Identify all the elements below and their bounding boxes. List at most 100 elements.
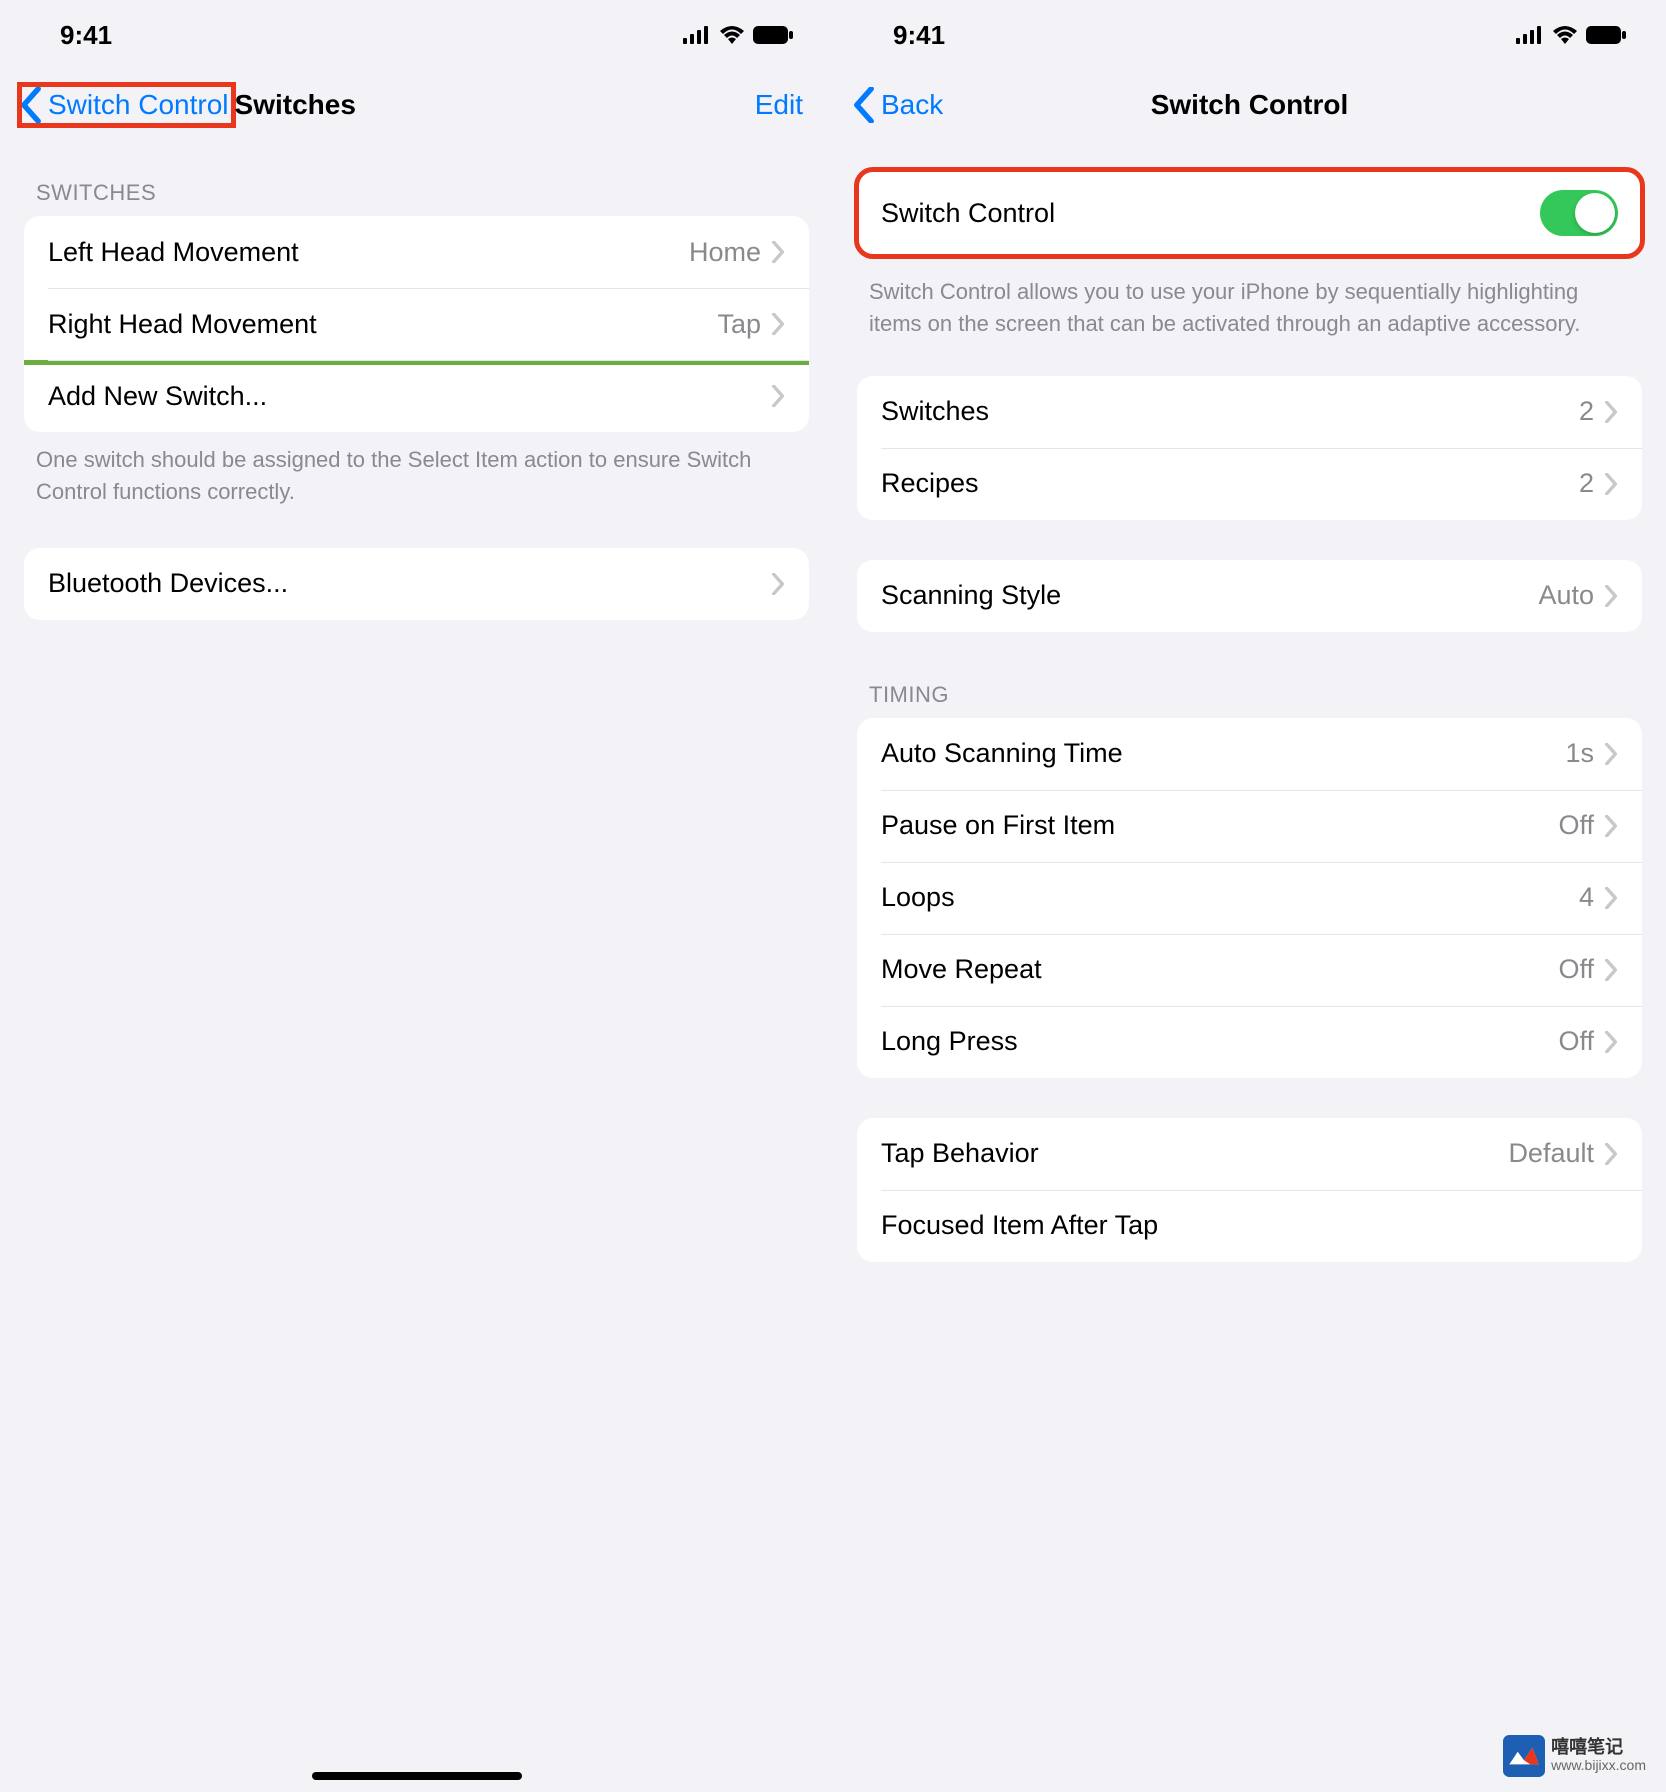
long-press-row[interactable]: Long Press Off <box>857 1006 1642 1078</box>
row-value: Tap <box>717 309 761 340</box>
page-title: Switches <box>235 89 356 121</box>
chevron-right-icon <box>1604 887 1618 909</box>
watermark-title: 嘻嘻笔记 <box>1551 1738 1646 1758</box>
recipes-row[interactable]: Recipes 2 <box>857 448 1642 520</box>
chevron-right-icon <box>771 241 785 263</box>
row-value: Off <box>1558 1026 1594 1057</box>
chevron-right-icon <box>1604 815 1618 837</box>
row-value: Off <box>1558 810 1594 841</box>
page-title: Switch Control <box>1151 89 1349 121</box>
auto-scanning-time-row[interactable]: Auto Scanning Time 1s <box>857 718 1642 790</box>
status-bar: 9:41 <box>833 0 1666 70</box>
bluetooth-group: Bluetooth Devices... <box>24 548 809 620</box>
chevron-right-icon <box>1604 1031 1618 1053</box>
switch-control-toggle-row: Switch Control <box>857 170 1642 256</box>
status-bar: 9:41 <box>0 0 833 70</box>
row-label: Switch Control <box>881 198 1540 229</box>
phone-right-switch-control: 9:41 Back Switch Control Switch Control … <box>833 0 1666 1792</box>
row-value: 1s <box>1565 738 1594 769</box>
nav-bar: Back Switch Control <box>833 70 1666 140</box>
watermark-url: www.bijixx.com <box>1551 1758 1646 1773</box>
content-left: SWITCHES Left Head Movement Home Right H… <box>0 140 833 1792</box>
switch-control-toggle[interactable] <box>1540 190 1618 236</box>
row-value: Home <box>689 237 761 268</box>
section-header-switches: SWITCHES <box>0 170 833 216</box>
row-value: 2 <box>1579 468 1594 499</box>
switches-group: Left Head Movement Home Right Head Movem… <box>24 216 809 432</box>
row-value: Default <box>1508 1138 1594 1169</box>
scanning-style-row[interactable]: Scanning Style Auto <box>857 560 1642 632</box>
row-label: Add New Switch... <box>48 381 771 412</box>
chevron-right-icon <box>1604 473 1618 495</box>
row-label: Pause on First Item <box>881 810 1558 841</box>
chevron-right-icon <box>1604 585 1618 607</box>
watermark: 嘻嘻笔记 www.bijixx.com <box>1503 1735 1646 1777</box>
switches-recipes-group: Switches 2 Recipes 2 <box>857 376 1642 520</box>
watermark-logo-icon <box>1503 1735 1545 1777</box>
row-value: 4 <box>1579 882 1594 913</box>
row-label: Long Press <box>881 1026 1558 1057</box>
back-label: Switch Control <box>48 89 229 121</box>
chevron-right-icon <box>1604 959 1618 981</box>
cellular-icon <box>1516 26 1544 44</box>
chevron-right-icon <box>1604 1143 1618 1165</box>
wifi-icon <box>1552 26 1578 44</box>
pause-first-item-row[interactable]: Pause on First Item Off <box>857 790 1642 862</box>
switch-control-toggle-group: Switch Control <box>857 170 1642 256</box>
nav-bar: Switch Control Switches Edit <box>0 70 833 140</box>
back-button[interactable]: Switch Control <box>20 87 229 123</box>
cellular-icon <box>683 26 711 44</box>
loops-row[interactable]: Loops 4 <box>857 862 1642 934</box>
row-value: Auto <box>1538 580 1594 611</box>
status-time: 9:41 <box>60 20 112 51</box>
chevron-right-icon <box>771 385 785 407</box>
back-label: Back <box>881 89 943 121</box>
row-label: Auto Scanning Time <box>881 738 1565 769</box>
bluetooth-devices-row[interactable]: Bluetooth Devices... <box>24 548 809 620</box>
status-icons <box>683 26 793 44</box>
timing-group: Auto Scanning Time 1s Pause on First Ite… <box>857 718 1642 1078</box>
row-label: Left Head Movement <box>48 237 689 268</box>
phone-left-switches: 9:41 Switch Control Switches Edit SWITCH… <box>0 0 833 1792</box>
row-label: Scanning Style <box>881 580 1538 611</box>
row-label: Switches <box>881 396 1579 427</box>
row-label: Recipes <box>881 468 1579 499</box>
row-label: Move Repeat <box>881 954 1558 985</box>
status-icons <box>1516 26 1626 44</box>
row-label: Tap Behavior <box>881 1138 1508 1169</box>
switch-row-left-head[interactable]: Left Head Movement Home <box>24 216 809 288</box>
home-indicator[interactable] <box>312 1772 522 1780</box>
status-time: 9:41 <box>893 20 945 51</box>
watermark-text: 嘻嘻笔记 www.bijixx.com <box>1551 1738 1646 1773</box>
content-right: Switch Control Switch Control allows you… <box>833 140 1666 1792</box>
chevron-left-icon <box>853 87 875 123</box>
focused-item-after-tap-row[interactable]: Focused Item After Tap <box>857 1190 1642 1262</box>
chevron-left-icon <box>20 87 42 123</box>
toggle-footer-text: Switch Control allows you to use your iP… <box>833 276 1666 340</box>
switch-row-right-head[interactable]: Right Head Movement Tap <box>24 288 809 360</box>
row-label: Bluetooth Devices... <box>48 568 771 599</box>
add-new-switch-row[interactable]: Add New Switch... <box>24 360 809 432</box>
battery-icon <box>1586 26 1626 44</box>
chevron-right-icon <box>1604 743 1618 765</box>
chevron-right-icon <box>1604 401 1618 423</box>
row-label: Loops <box>881 882 1579 913</box>
edit-button[interactable]: Edit <box>755 89 813 121</box>
move-repeat-row[interactable]: Move Repeat Off <box>857 934 1642 1006</box>
tap-behavior-row[interactable]: Tap Behavior Default <box>857 1118 1642 1190</box>
back-button[interactable]: Back <box>853 87 943 123</box>
wifi-icon <box>719 26 745 44</box>
section-header-timing: TIMING <box>833 672 1666 718</box>
scanning-style-group: Scanning Style Auto <box>857 560 1642 632</box>
battery-icon <box>753 26 793 44</box>
tap-behavior-group: Tap Behavior Default Focused Item After … <box>857 1118 1642 1262</box>
switches-row[interactable]: Switches 2 <box>857 376 1642 448</box>
row-value: Off <box>1558 954 1594 985</box>
row-label: Focused Item After Tap <box>881 1210 1618 1241</box>
row-value: 2 <box>1579 396 1594 427</box>
nav-back-highlighted: Switch Control <box>20 85 233 125</box>
chevron-right-icon <box>771 313 785 335</box>
switches-footer-text: One switch should be assigned to the Sel… <box>0 444 833 508</box>
row-label: Right Head Movement <box>48 309 717 340</box>
chevron-right-icon <box>771 573 785 595</box>
